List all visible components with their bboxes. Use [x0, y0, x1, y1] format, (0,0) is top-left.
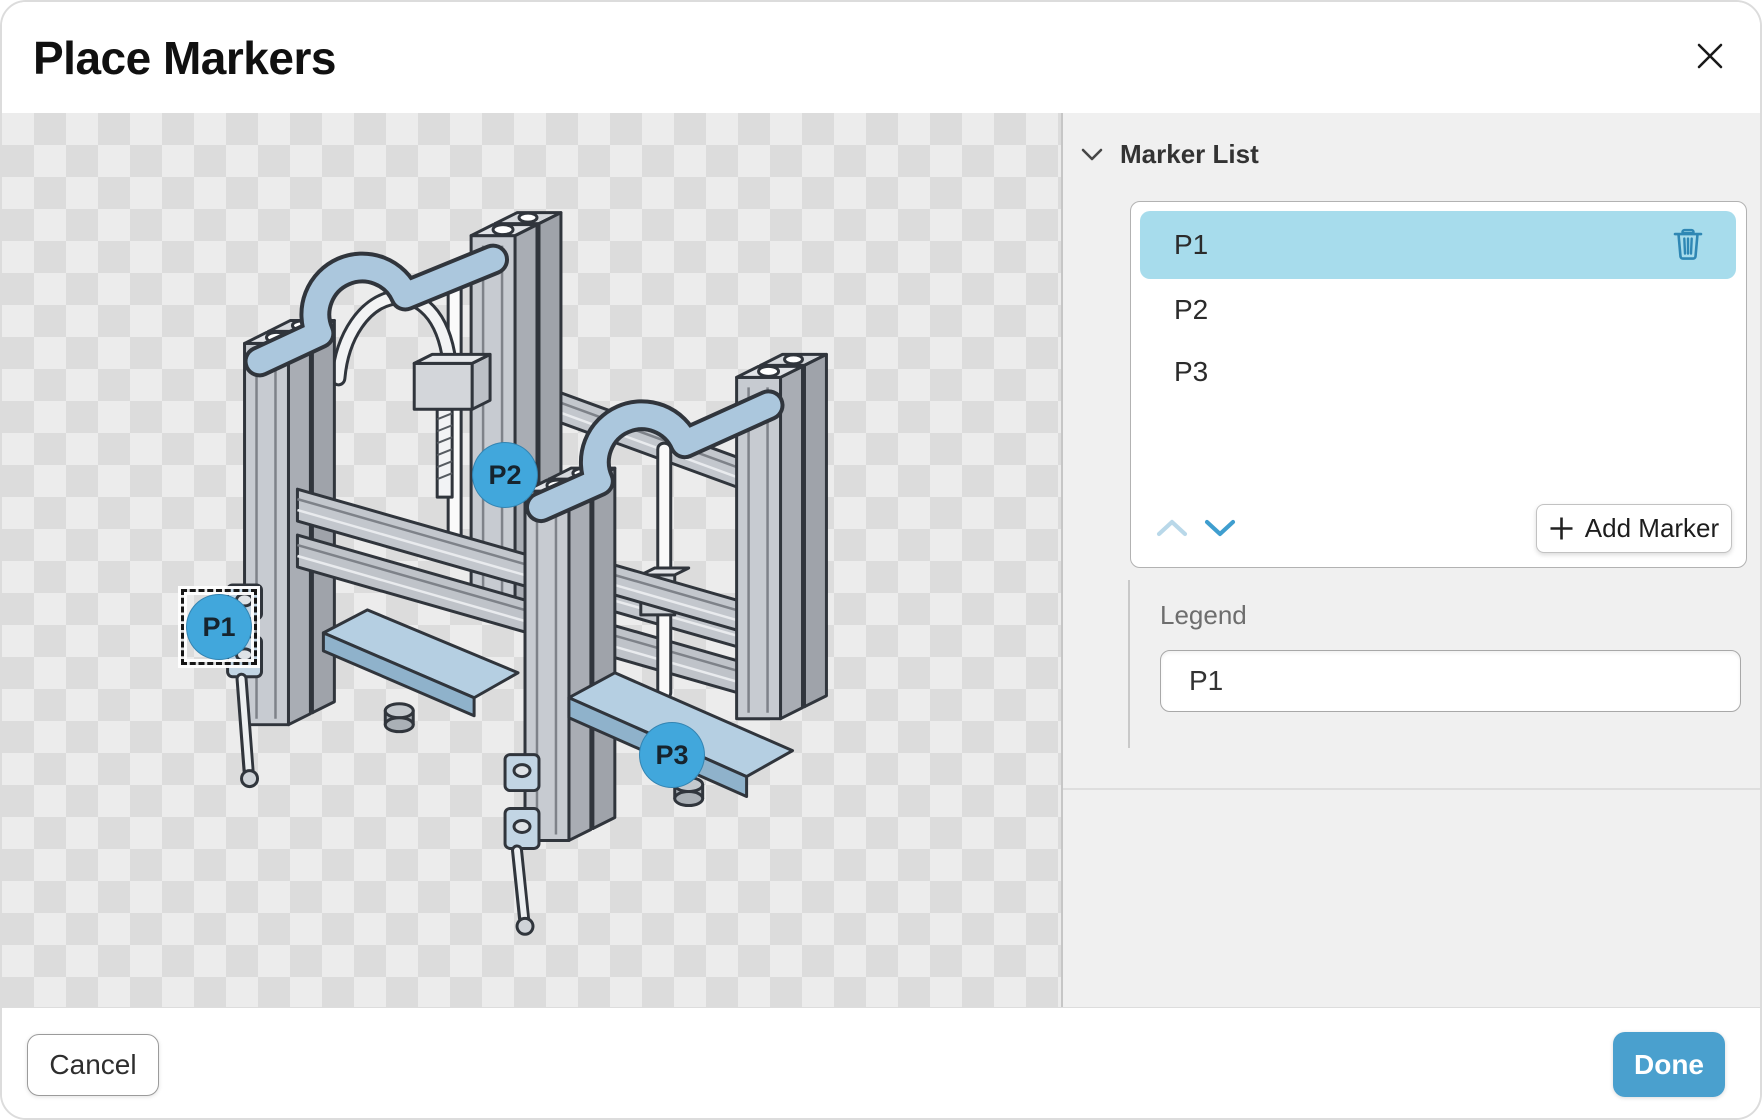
- move-down-button[interactable]: [1203, 516, 1237, 540]
- list-item-label: P2: [1174, 294, 1208, 326]
- done-button[interactable]: Done: [1613, 1032, 1725, 1097]
- marker-label: P1: [202, 612, 235, 643]
- move-up-button[interactable]: [1155, 516, 1189, 540]
- marker-list-panel: Marker List P1: [1063, 113, 1762, 1007]
- canvas-marker-p2[interactable]: P2: [472, 442, 538, 508]
- marker-label: P2: [488, 460, 521, 491]
- trash-icon: [1673, 227, 1703, 261]
- chevron-down-icon: [1081, 148, 1103, 161]
- legend-indent-guide: [1128, 580, 1130, 748]
- add-marker-label: Add Marker: [1585, 513, 1719, 544]
- dialog-footer: Cancel Done: [2, 1007, 1760, 1120]
- delete-marker-button[interactable]: [1672, 226, 1704, 262]
- plus-icon: [1549, 516, 1574, 541]
- close-button[interactable]: [1688, 34, 1732, 78]
- canvas-marker-p1[interactable]: P1: [186, 594, 252, 660]
- canvas-marker-p3[interactable]: P3: [639, 722, 705, 788]
- legend-label: Legend: [1160, 600, 1247, 631]
- panel-section-divider: [1063, 788, 1762, 790]
- marker-list-title: Marker List: [1120, 139, 1259, 170]
- list-item-label: P3: [1174, 356, 1208, 388]
- marker-list-item-p2[interactable]: P2: [1140, 279, 1736, 341]
- cancel-button[interactable]: Cancel: [27, 1034, 159, 1096]
- marker-list-box: P1 P2: [1130, 201, 1747, 568]
- chevron-up-icon: [1156, 519, 1188, 537]
- list-item-label: P1: [1174, 229, 1208, 261]
- chevron-down-icon: [1204, 519, 1236, 537]
- close-icon: [1696, 42, 1724, 70]
- dialog-title: Place Markers: [33, 2, 336, 113]
- frame-illustration: [2, 113, 1061, 1007]
- add-marker-button[interactable]: Add Marker: [1536, 504, 1732, 553]
- marker-list-item-p1[interactable]: P1: [1140, 211, 1736, 279]
- reorder-controls: [1155, 516, 1237, 540]
- marker-canvas[interactable]: P1 P2 P3: [2, 113, 1061, 1007]
- marker-list-header[interactable]: Marker List: [1081, 139, 1259, 170]
- marker-label: P3: [655, 740, 688, 771]
- dialog-header: Place Markers: [2, 2, 1760, 113]
- legend-input[interactable]: [1160, 650, 1741, 712]
- place-markers-dialog: Place Markers: [0, 0, 1762, 1120]
- marker-list-item-p3[interactable]: P3: [1140, 341, 1736, 403]
- list-controls: Add Marker: [1155, 498, 1732, 558]
